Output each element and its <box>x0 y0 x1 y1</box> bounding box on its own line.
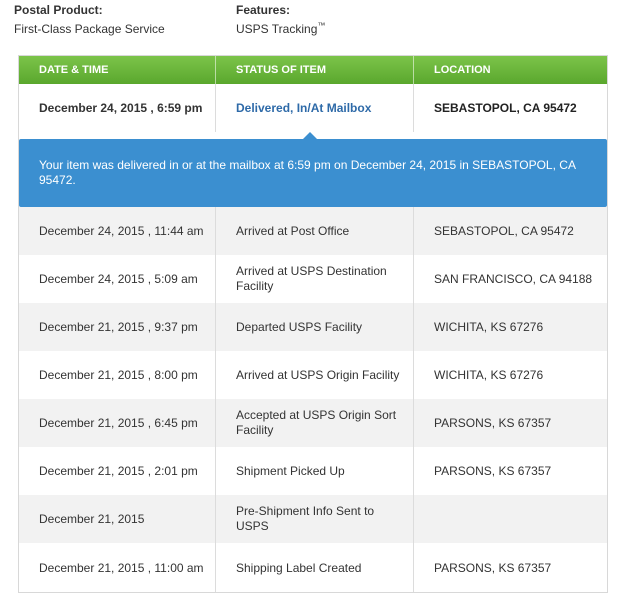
row-date: December 24, 2015 , 5:09 am <box>39 271 198 286</box>
row-date: December 24, 2015 , 11:44 am <box>39 223 204 238</box>
row-date: December 21, 2015 , 6:45 pm <box>39 415 198 430</box>
table-row: December 21, 2015 , 6:45 pm Accepted at … <box>19 399 607 447</box>
delivery-detail-callout: Your item was delivered in or at the mai… <box>19 139 607 207</box>
features-value-text: USPS Tracking <box>236 22 318 36</box>
row-location: SEBASTOPOL, CA 95472 <box>413 207 607 255</box>
row-location: WICHITA, KS 67276 <box>413 303 607 351</box>
tracking-history-table: DATE & TIME STATUS OF ITEM LOCATION Dece… <box>18 55 608 593</box>
table-row: December 24, 2015 , 5:09 am Arrived at U… <box>19 255 607 303</box>
table-row: December 24, 2015 , 11:44 am Arrived at … <box>19 207 607 255</box>
postal-product-label: Postal Product: <box>14 3 103 17</box>
row-date: December 21, 2015 , 8:00 pm <box>39 367 198 382</box>
row-location: SAN FRANCISCO, CA 94188 <box>413 255 607 303</box>
table-row: December 21, 2015 Pre-Shipment Info Sent… <box>19 495 607 543</box>
row-date: December 21, 2015 , 9:37 pm <box>39 319 198 334</box>
current-status-row[interactable]: December 24, 2015 , 6:59 pm Delivered, I… <box>19 84 607 132</box>
row-location: WICHITA, KS 67276 <box>413 351 607 399</box>
row-status: Arrived at USPS Origin Facility <box>215 351 413 399</box>
row-status: Pre-Shipment Info Sent to USPS <box>215 495 413 543</box>
column-header-status: STATUS OF ITEM <box>215 56 413 84</box>
row-location: PARSONS, KS 67357 <box>413 543 607 592</box>
table-row: December 21, 2015 , 9:37 pm Departed USP… <box>19 303 607 351</box>
column-header-date-time: DATE & TIME <box>39 64 109 76</box>
table-row: December 21, 2015 , 11:00 am Shipping La… <box>19 543 607 592</box>
table-header: DATE & TIME STATUS OF ITEM LOCATION <box>19 56 607 84</box>
column-header-location: LOCATION <box>413 56 607 84</box>
row-location: PARSONS, KS 67357 <box>413 447 607 495</box>
row-location: PARSONS, KS 67357 <box>413 399 607 447</box>
row-status: Shipping Label Created <box>215 543 413 592</box>
row-status: Departed USPS Facility <box>215 303 413 351</box>
features-label: Features: <box>236 3 291 17</box>
row-status: Arrived at Post Office <box>215 207 413 255</box>
product-info: Postal Product: First-Class Package Serv… <box>0 0 622 56</box>
features-block: Features: USPS Tracking™ <box>236 2 325 37</box>
table-row: December 21, 2015 , 8:00 pm Arrived at U… <box>19 351 607 399</box>
current-date: December 24, 2015 , 6:59 pm <box>39 100 203 115</box>
row-date: December 21, 2015 , 2:01 pm <box>39 463 198 478</box>
row-date: December 21, 2015 <box>39 511 145 526</box>
current-location: SEBASTOPOL, CA 95472 <box>413 84 607 132</box>
row-location <box>413 495 607 543</box>
row-status: Shipment Picked Up <box>215 447 413 495</box>
current-status-link[interactable]: Delivered, In/At Mailbox <box>215 84 413 132</box>
trademark-symbol: ™ <box>317 21 326 30</box>
postal-product-block: Postal Product: First-Class Package Serv… <box>14 2 165 37</box>
row-status: Arrived at USPS Destination Facility <box>215 255 413 303</box>
table-row: December 21, 2015 , 2:01 pm Shipment Pic… <box>19 447 607 495</box>
postal-product-value: First-Class Package Service <box>14 22 165 36</box>
row-status: Accepted at USPS Origin Sort Facility <box>215 399 413 447</box>
row-date: December 21, 2015 , 11:00 am <box>39 560 204 575</box>
features-value: USPS Tracking™ <box>236 21 325 37</box>
